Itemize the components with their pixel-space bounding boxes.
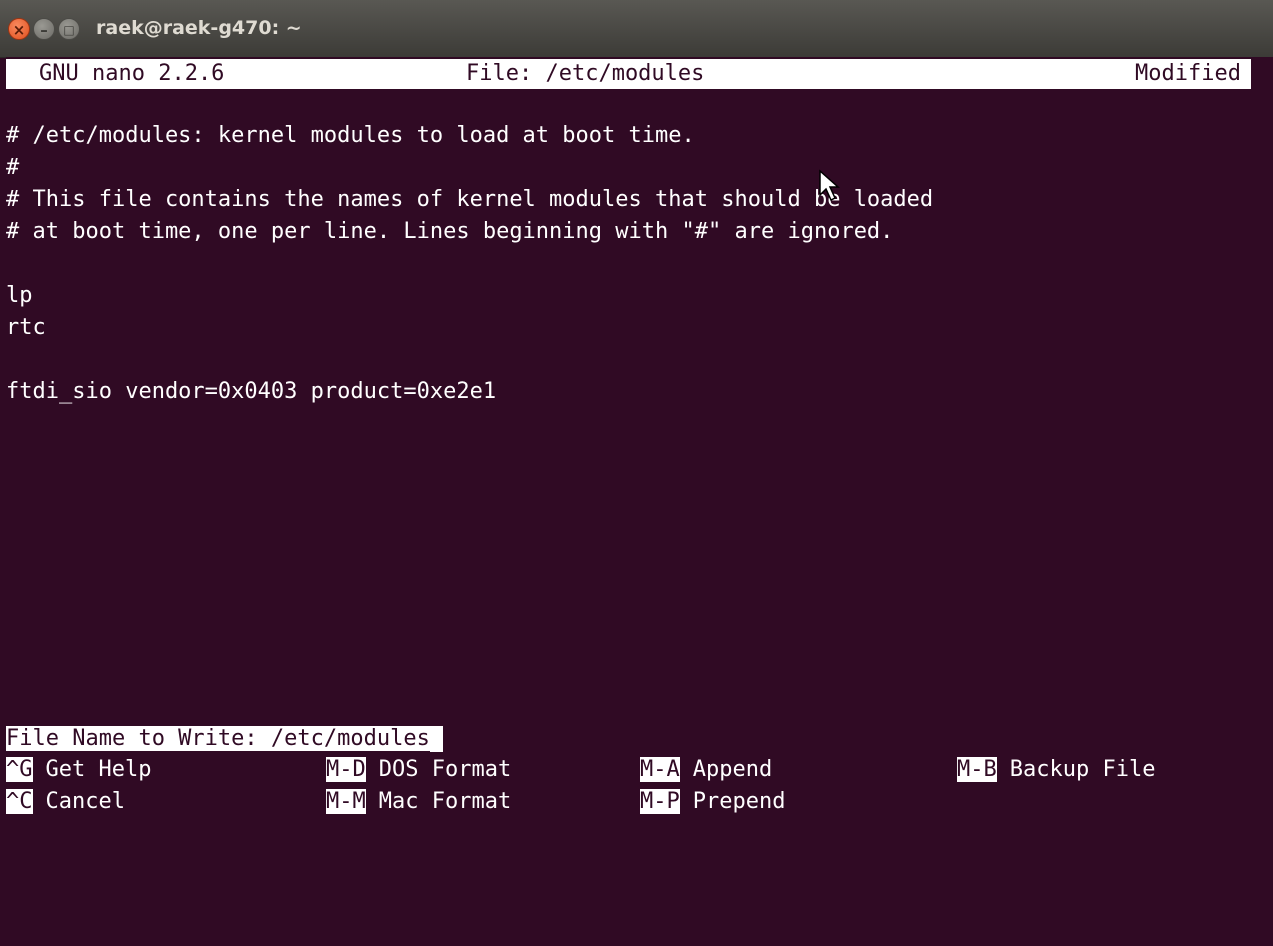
- shortcut-key: M-P: [640, 789, 680, 814]
- maximize-icon[interactable]: □: [58, 18, 80, 40]
- close-icon[interactable]: ×: [8, 18, 30, 40]
- shortcut-row-1: ^G Get Help M-D DOS Format M-A Append M-B Ba…: [6, 754, 1273, 786]
- shortcut-prepend[interactable]: M-P Prepend: [640, 786, 785, 818]
- nano-header-bar: GNU nano 2.2.6 File: /etc/modules Modifi…: [6, 59, 1251, 89]
- shortcut-key: M-D: [326, 757, 366, 782]
- file-line[interactable]: [6, 248, 1273, 280]
- minimize-icon[interactable]: –: [33, 18, 55, 40]
- shortcut-key: M-B: [957, 757, 997, 782]
- shortcut-append[interactable]: M-A Append: [640, 754, 772, 786]
- prompt-label: File Name to Write:: [6, 726, 271, 751]
- file-line[interactable]: # at boot time, one per line. Lines begi…: [6, 216, 1273, 248]
- file-name-input[interactable]: /etc/modules: [270, 726, 430, 751]
- shortcut-label: Append: [692, 757, 773, 782]
- file-line[interactable]: lp: [6, 280, 1273, 312]
- text-cursor: [429, 726, 443, 752]
- shortcut-get-help[interactable]: ^G Get Help: [6, 754, 151, 786]
- terminal-window: × – □ raek@raek-g470: ~ GNU nano 2.2.6 F…: [0, 0, 1273, 815]
- shortcut-key: ^C: [6, 789, 33, 814]
- shortcut-dos-format[interactable]: M-D DOS Format: [326, 754, 511, 786]
- shortcut-label: Prepend: [692, 789, 786, 814]
- title-bar[interactable]: × – □ raek@raek-g470: ~: [0, 0, 1273, 58]
- shortcut-cancel[interactable]: ^C Cancel: [6, 786, 125, 818]
- shortcut-key: ^G: [6, 757, 33, 782]
- nano-modified-status: Modified: [1135, 61, 1241, 86]
- file-line[interactable]: #: [6, 152, 1273, 184]
- shortcut-label: Mac Format: [378, 789, 512, 814]
- shortcut-label: Get Help: [45, 757, 152, 782]
- nano-file-name: File: /etc/modules: [466, 61, 705, 86]
- shortcut-row-2: ^C Cancel M-M Mac Format M-P Prepend: [6, 786, 1273, 818]
- shortcut-label: Cancel: [45, 789, 125, 814]
- shortcut-key: M-M: [326, 789, 366, 814]
- file-line[interactable]: # /etc/modules: kernel modules to load a…: [6, 120, 1273, 152]
- shortcut-mac-format[interactable]: M-M Mac Format: [326, 786, 511, 818]
- write-file-prompt[interactable]: File Name to Write: /etc/modules: [6, 724, 1273, 754]
- window-title: raek@raek-g470: ~: [96, 17, 302, 39]
- shortcut-label: Backup File: [1009, 757, 1156, 782]
- file-line[interactable]: # This file contains the names of kernel…: [6, 184, 1273, 216]
- terminal-area[interactable]: GNU nano 2.2.6 File: /etc/modules Modifi…: [6, 57, 1273, 815]
- file-line[interactable]: [6, 344, 1273, 376]
- shortcut-key: M-A: [640, 757, 680, 782]
- nano-version: GNU nano 2.2.6: [39, 61, 225, 86]
- file-line[interactable]: ftdi_sio vendor=0x0403 product=0xe2e1: [6, 376, 1273, 408]
- shortcut-label: DOS Format: [378, 757, 512, 782]
- file-line[interactable]: rtc: [6, 312, 1273, 344]
- shortcut-backup-file[interactable]: M-B Backup File: [957, 754, 1155, 786]
- mouse-pointer-icon: [819, 169, 840, 202]
